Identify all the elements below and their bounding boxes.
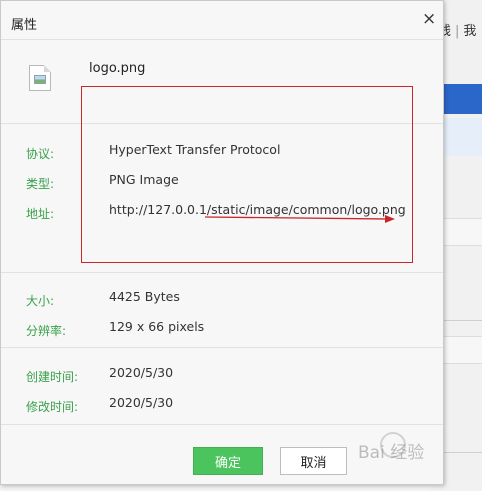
watermark-text: Bai 经验 (358, 443, 425, 463)
annotation-arrow-icon (204, 215, 395, 223)
